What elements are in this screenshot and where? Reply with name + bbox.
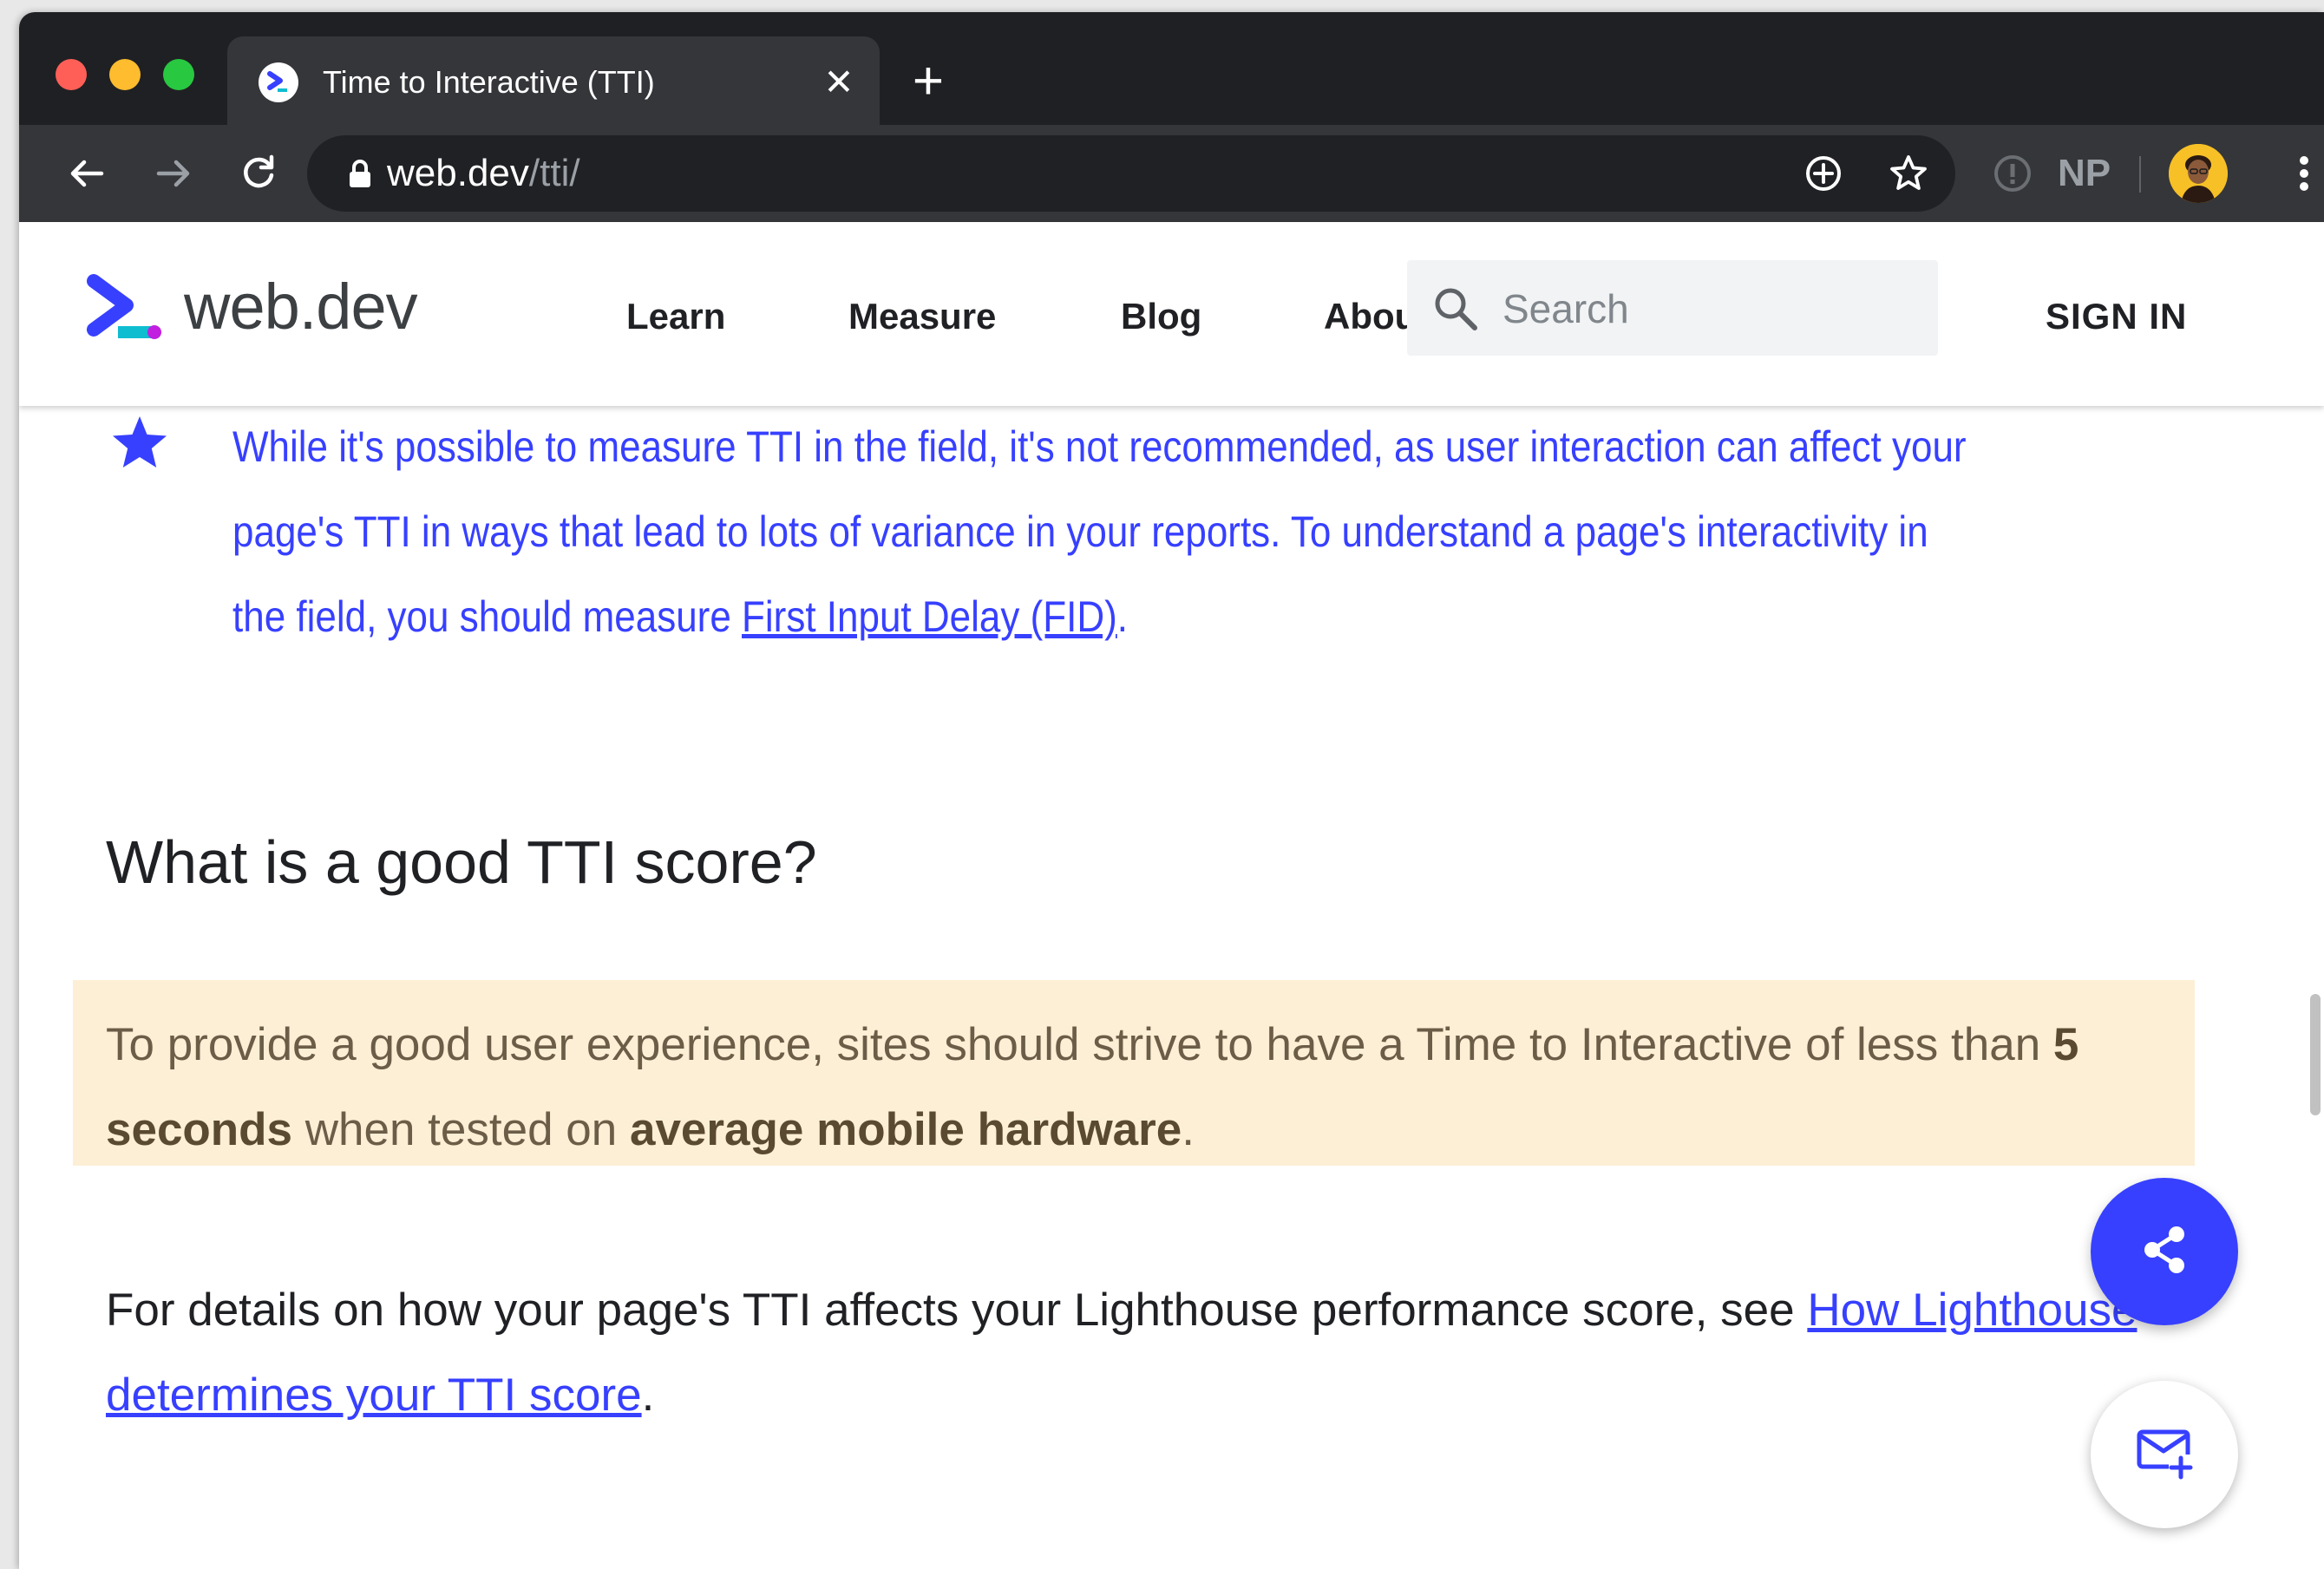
browser-window: Time to Interactive (TTI) ✕ + web.dev/tt…: [19, 12, 2324, 1569]
fid-link[interactable]: First Input Delay (FID): [742, 592, 1117, 641]
share-button[interactable]: [2091, 1178, 2238, 1325]
browser-toolbar: web.dev/tti/ NP: [19, 125, 2324, 222]
nav-measure[interactable]: Measure: [848, 295, 996, 338]
plus-icon[interactable]: +: [904, 55, 953, 108]
toolbar-divider: [2139, 156, 2141, 193]
callout-end: .: [1182, 1104, 1195, 1155]
minimize-window-button[interactable]: [109, 59, 141, 90]
callout-text: To provide a good user experience, sites…: [106, 1003, 2223, 1173]
search-input[interactable]: [1502, 284, 1919, 333]
tab-title: Time to Interactive (TTI): [323, 64, 655, 100]
avatar[interactable]: [2169, 144, 2228, 203]
para-end: .: [641, 1370, 655, 1421]
note-text: While it's possible to measure TTI in th…: [232, 404, 1988, 659]
subscribe-button[interactable]: [2091, 1381, 2238, 1528]
section-heading: What is a good TTI score?: [106, 828, 817, 896]
nav-blog[interactable]: Blog: [1121, 295, 1201, 338]
close-icon[interactable]: ✕: [817, 61, 861, 104]
url-host: web.dev: [387, 152, 529, 194]
more-vert-icon[interactable]: [2281, 151, 2324, 196]
extension-np[interactable]: NP: [2058, 151, 2111, 196]
search-box[interactable]: [1407, 260, 1938, 356]
site-header: web.dev Learn Measure Blog About SIGN IN: [19, 222, 2324, 406]
search-icon[interactable]: [1431, 284, 1480, 333]
bookmark-star-icon[interactable]: [1888, 153, 1929, 194]
callout-pre: To provide a good user experience, sites…: [106, 1019, 2053, 1070]
tab-active[interactable]: Time to Interactive (TTI) ✕: [227, 36, 880, 125]
tab-strip: Time to Interactive (TTI) ✕ +: [19, 12, 2324, 125]
address-bar[interactable]: web.dev/tti/: [307, 135, 1955, 212]
details-paragraph: For details on how your page's TTI affec…: [106, 1268, 2223, 1438]
url-path: /tti/: [528, 152, 580, 194]
sign-in-button[interactable]: SIGN IN: [2046, 295, 2187, 338]
para-pre: For details on how your page's TTI affec…: [106, 1285, 1808, 1336]
callout-bold-hardware: average mobile hardware: [629, 1104, 1182, 1155]
note-end: .: [1116, 592, 1129, 641]
install-icon[interactable]: [1803, 153, 1844, 194]
zoom-window-button[interactable]: [163, 59, 194, 90]
info-icon[interactable]: [1990, 151, 2035, 196]
star-icon: [109, 413, 170, 474]
nav-learn[interactable]: Learn: [626, 295, 725, 338]
webdev-favicon: [259, 62, 298, 102]
url-text[interactable]: web.dev/tti/: [387, 153, 580, 194]
callout-mid: when tested on: [292, 1104, 630, 1155]
back-arrow-icon[interactable]: [61, 147, 113, 199]
reload-icon[interactable]: [232, 147, 285, 199]
forward-arrow-icon[interactable]: [147, 147, 200, 199]
close-window-button[interactable]: [56, 59, 87, 90]
webdev-logo-icon[interactable]: [85, 274, 165, 343]
logo-text[interactable]: web.dev: [184, 265, 418, 349]
mail-add-icon: [2134, 1425, 2195, 1485]
share-icon: [2137, 1222, 2192, 1282]
web-page: web.dev Learn Measure Blog About SIGN IN…: [19, 222, 2324, 1569]
lock-icon[interactable]: [347, 158, 373, 189]
scrollbar[interactable]: [2310, 994, 2321, 1115]
